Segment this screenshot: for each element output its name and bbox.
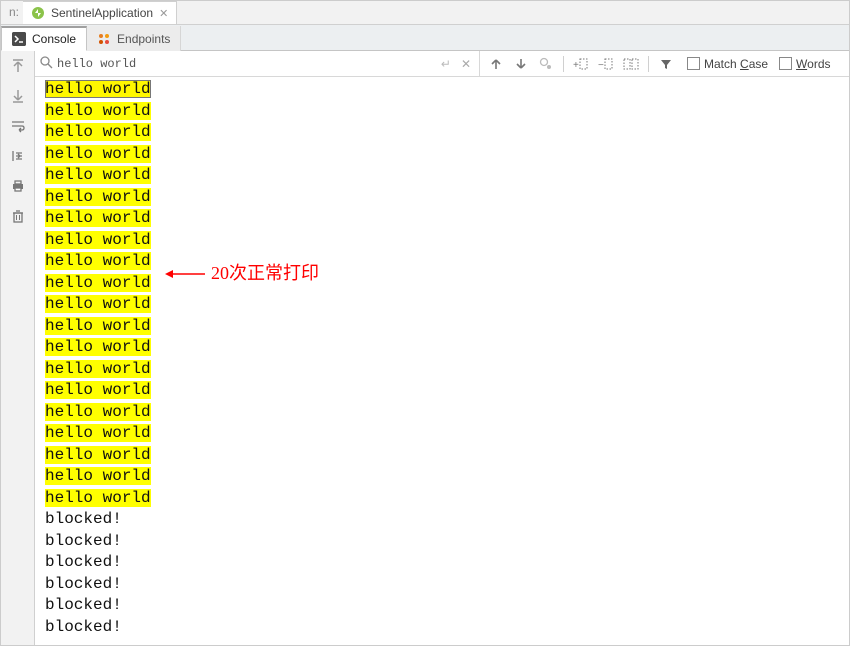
add-selection-button[interactable]: + xyxy=(571,54,591,74)
console-line: hello world xyxy=(45,488,849,510)
select-all-button[interactable] xyxy=(621,54,641,74)
console-line: blocked! xyxy=(45,595,849,617)
print-icon[interactable] xyxy=(9,177,27,195)
words-label: Words xyxy=(796,57,830,71)
search-highlight: hello world xyxy=(45,145,151,163)
console-line: blocked! xyxy=(45,574,849,596)
console-body: ↵ ✕ + − Match Case xyxy=(1,51,849,645)
console-line: hello world xyxy=(45,294,849,316)
trash-icon[interactable] xyxy=(9,207,27,225)
search-highlight: hello world xyxy=(45,274,151,292)
search-highlight: hello world xyxy=(45,123,151,141)
search-field[interactable]: ↵ ✕ xyxy=(35,51,480,76)
tab-endpoints[interactable]: Endpoints xyxy=(87,26,181,51)
tab-endpoints-label: Endpoints xyxy=(117,32,170,46)
run-prefix-label: n: xyxy=(1,5,23,19)
run-config-tab[interactable]: SentinelApplication ✕ xyxy=(23,1,177,24)
run-config-title: SentinelApplication xyxy=(51,6,153,20)
run-config-tabbar: n: SentinelApplication ✕ xyxy=(1,1,849,25)
search-highlight: hello world xyxy=(45,252,151,270)
console-line: hello world xyxy=(45,466,849,488)
search-icon xyxy=(39,55,53,72)
search-highlight: hello world xyxy=(45,467,151,485)
console-line: hello world xyxy=(45,144,849,166)
tool-tabbar: Console Endpoints xyxy=(1,25,849,51)
console-line: blocked! xyxy=(45,552,849,574)
search-highlight: hello world xyxy=(45,403,151,421)
endpoints-icon xyxy=(97,32,111,46)
search-highlight: hello world xyxy=(45,338,151,356)
console-line: blocked! xyxy=(45,509,849,531)
words-checkbox[interactable]: Words xyxy=(779,57,830,71)
scroll-to-end-icon[interactable] xyxy=(9,147,27,165)
search-highlight: hello world xyxy=(45,231,151,249)
checkbox-icon xyxy=(687,57,700,70)
console-line: hello world xyxy=(45,359,849,381)
tab-console-label: Console xyxy=(32,32,76,46)
remove-selection-button[interactable]: − xyxy=(596,54,616,74)
console-line: hello world xyxy=(45,101,849,123)
search-highlight: hello world xyxy=(45,424,151,442)
separator xyxy=(563,56,564,72)
console-line: hello world xyxy=(45,316,849,338)
checkbox-icon xyxy=(779,57,792,70)
next-occurrence-button[interactable] xyxy=(511,54,531,74)
console-line: hello world xyxy=(45,79,849,101)
console-output[interactable]: hello world hello world hello world hello w… xyxy=(35,77,849,645)
match-case-label: Match Case xyxy=(704,57,768,71)
prev-occurrence-button[interactable] xyxy=(486,54,506,74)
console-line: hello world xyxy=(45,337,849,359)
console-icon xyxy=(12,32,26,46)
search-highlight: hello world xyxy=(45,317,151,335)
console-line: blocked! xyxy=(45,617,849,639)
svg-text:+: + xyxy=(573,60,579,71)
console-line: hello world xyxy=(45,187,849,209)
console-line: hello world xyxy=(45,273,849,295)
search-highlight: hello world xyxy=(45,188,151,206)
console-line: hello world xyxy=(45,165,849,187)
console-line: hello world xyxy=(45,402,849,424)
search-highlight: hello world xyxy=(45,360,151,378)
tab-console[interactable]: Console xyxy=(1,26,87,51)
soft-wrap-icon[interactable] xyxy=(9,117,27,135)
scroll-down-icon[interactable] xyxy=(9,87,27,105)
separator xyxy=(648,56,649,72)
console-line: hello world xyxy=(45,380,849,402)
scroll-up-icon[interactable] xyxy=(9,57,27,75)
enter-hint-icon: ↵ xyxy=(441,57,451,71)
console-main: ↵ ✕ + − Match Case xyxy=(35,51,849,645)
console-line: hello world xyxy=(45,208,849,230)
match-case-checkbox[interactable]: Match Case xyxy=(687,57,768,71)
console-line: hello world xyxy=(45,122,849,144)
clear-search-icon[interactable]: ✕ xyxy=(457,57,475,71)
console-gutter xyxy=(1,51,35,645)
search-highlight: hello world xyxy=(45,446,151,464)
console-line: hello world xyxy=(45,423,849,445)
search-highlight: hello world xyxy=(45,102,151,120)
spring-boot-icon xyxy=(31,6,45,20)
svg-text:−: − xyxy=(598,60,604,71)
ide-panel: n: SentinelApplication ✕ Console Endpoin… xyxy=(0,0,850,646)
filter-icon[interactable] xyxy=(656,54,676,74)
close-icon[interactable]: ✕ xyxy=(159,7,168,20)
search-highlight: hello world xyxy=(45,489,151,507)
console-line: hello world xyxy=(45,445,849,467)
search-highlight: hello world xyxy=(45,209,151,227)
console-line: hello world xyxy=(45,251,849,273)
select-all-occurrences-button[interactable] xyxy=(536,54,556,74)
search-highlight: hello world xyxy=(45,80,151,98)
search-highlight: hello world xyxy=(45,166,151,184)
console-line: blocked! xyxy=(45,531,849,553)
search-actions: + − Match Case Words xyxy=(480,51,837,76)
search-highlight: hello world xyxy=(45,295,151,313)
search-highlight: hello world xyxy=(45,381,151,399)
console-line: hello world xyxy=(45,230,849,252)
console-searchbar: ↵ ✕ + − Match Case xyxy=(35,51,849,77)
search-input[interactable] xyxy=(57,57,437,71)
